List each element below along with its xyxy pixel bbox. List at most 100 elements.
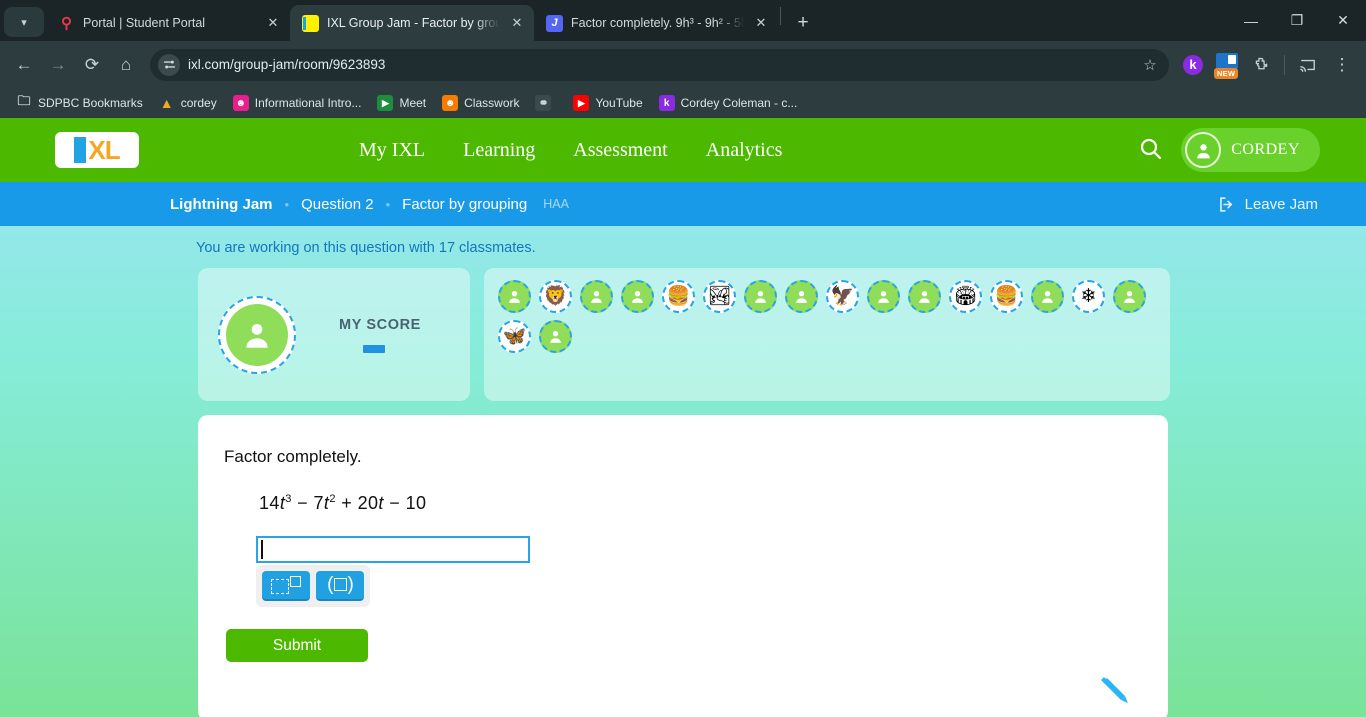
tab-search-button[interactable]: ▾ [4,7,44,37]
tab-close-button[interactable]: ✕ [752,14,770,32]
classmate-avatar[interactable]: 🦅 [826,280,859,313]
minimize-button[interactable]: — [1228,0,1274,41]
bookmark-informational-intro[interactable]: ☻ Informational Intro... [227,92,368,114]
reload-button[interactable]: ⟳ [76,49,108,81]
classroom-pink-icon: ☻ [232,95,249,111]
hamburger-icon: 🍔 [994,286,1019,307]
home-button[interactable]: ⌂ [110,49,142,81]
youtube-icon: ▶ [573,95,590,111]
classmate-avatar[interactable] [1031,280,1064,313]
leave-jam-button[interactable]: Leave Jam [1217,195,1318,214]
extensions-button[interactable] [1245,49,1277,81]
classmate-avatar[interactable] [785,280,818,313]
answer-input[interactable] [256,536,530,563]
tab-divider [780,7,781,25]
classmate-avatar[interactable]: ❄ [1072,280,1105,313]
exponent-button[interactable] [262,571,310,601]
toolbar-divider [1284,54,1285,75]
bookmark-sdpbc[interactable]: 🗀 SDPBC Bookmarks [10,92,149,114]
lion-icon: 🦁 [543,286,568,307]
classmate-avatar[interactable]: 🦋 [498,320,531,353]
classmate-avatar[interactable]: 🏞 [703,280,736,313]
extension-k-button[interactable]: k [1177,49,1209,81]
bookmark-cordey[interactable]: ▲ cordey [153,92,223,114]
forward-button[interactable]: → [42,49,74,81]
tab-close-button[interactable]: ✕ [264,14,282,32]
maximize-button[interactable]: ❐ [1274,0,1320,41]
classmate-avatar[interactable] [539,320,572,353]
globe-icon: ⚭ [535,95,552,111]
jam-bar: Lightning Jam • Question 2 • Factor by g… [0,182,1366,226]
site-settings-icon[interactable] [158,53,180,76]
jam-skill-name: Factor by grouping [402,195,528,213]
my-avatar [218,295,296,374]
generic-doc-icon: J [546,14,563,32]
person-icon [796,290,807,303]
classmate-avatar[interactable] [1113,280,1146,313]
my-score-card: MY SCORE [198,268,470,401]
classmate-avatar[interactable] [580,280,613,313]
ixl-logo[interactable]: XL [55,132,139,168]
person-icon [1196,143,1210,158]
text-caret [261,540,263,559]
classmate-avatar[interactable]: 🏟 [949,280,982,313]
classmate-avatar[interactable]: 🍔 [662,280,695,313]
browser-tab-2[interactable]: IXL Group Jam - Factor by grou ✕ [290,5,534,41]
person-icon [878,290,889,303]
nav-item-analytics[interactable]: Analytics [706,139,783,162]
browser-tab-1[interactable]: ⚲ Portal | Student Portal ✕ [46,5,290,41]
bookmark-star-icon[interactable]: ☆ [1137,52,1163,78]
term1-coefficient: 14 [259,493,280,513]
bookmark-label: SDPBC Bookmarks [38,96,143,110]
tab-title: IXL Group Jam - Factor by grou [327,16,500,30]
exponent-icon [271,576,301,594]
classmate-avatar[interactable] [744,280,777,313]
term2-exponent: 2 [329,493,336,505]
k-icon: k [658,95,675,111]
ixl-icon [302,14,319,32]
bookmark-classwork[interactable]: ☻ Classwork [436,92,525,114]
classmate-avatar[interactable] [498,280,531,313]
parentheses-button[interactable]: () [316,571,364,601]
operator-2: + [341,493,353,513]
address-bar[interactable]: ixl.com/group-jam/room/9623893 ☆ [150,48,1169,81]
browser-menu-button[interactable]: ⋮ [1326,49,1358,81]
search-icon[interactable] [1137,135,1167,165]
eagle-icon: 🦅 [830,286,855,307]
nav-item-learning[interactable]: Learning [463,139,535,162]
back-button[interactable]: ← [8,49,40,81]
parentheses-icon: () [327,574,354,595]
new-tab-button[interactable]: + [789,9,817,37]
classmate-avatar[interactable]: 🍔 [990,280,1023,313]
avatar [1185,132,1222,168]
bookmark-cordey-coleman[interactable]: k Cordey Coleman - c... [653,92,804,114]
extension-new-button[interactable]: NEW [1211,49,1243,81]
browser-tab-3[interactable]: J Factor completely. 9h³ - 9h² - 5h ✕ [534,5,778,41]
user-name: CORDEY [1231,141,1300,158]
bookmark-meet[interactable]: ▶ Meet [371,92,432,114]
nav-item-my-ixl[interactable]: My IXL [359,139,425,162]
exit-icon [1219,196,1232,212]
bookmark-youtube[interactable]: ▶ YouTube [567,92,648,114]
classmate-avatar[interactable]: 🦁 [539,280,572,313]
window-close-button[interactable]: ✕ [1320,0,1366,41]
classmate-avatar[interactable] [867,280,900,313]
user-account-button[interactable]: CORDEY [1181,128,1320,172]
breadcrumb-separator: • [385,196,391,212]
person-icon [919,290,930,303]
person-icon [550,330,561,343]
bookmark-globe[interactable]: ⚭ [529,92,563,114]
classroom-orange-icon: ☻ [442,95,459,111]
submit-button[interactable]: Submit [226,629,368,662]
nav-item-assessment[interactable]: Assessment [573,139,667,162]
term3-coefficient: 20 [357,493,379,513]
ixl-nav-links: My IXL Learning Assessment Analytics [359,139,782,162]
tab-title: Factor completely. 9h³ - 9h² - 5h [571,16,744,30]
cast-button[interactable] [1292,49,1324,81]
pencil-icon[interactable] [1094,669,1138,713]
stadium-icon: 🏟 [953,286,978,307]
classmate-avatar[interactable] [621,280,654,313]
tab-close-button[interactable]: ✕ [508,14,526,32]
classmate-avatar[interactable] [908,280,941,313]
hamburger-icon: 🍔 [666,286,691,307]
